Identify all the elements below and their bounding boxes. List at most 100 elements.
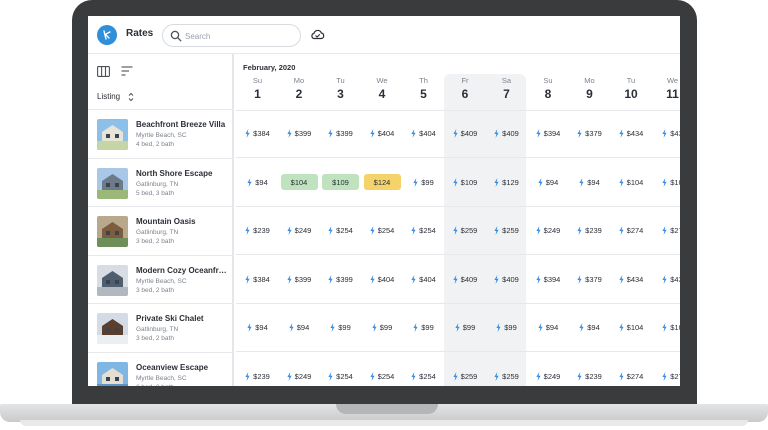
rate-cell[interactable]: $27 (652, 207, 680, 255)
rate-cell[interactable]: $404 (362, 110, 403, 158)
rate-cell[interactable]: $394 (528, 110, 569, 158)
rate-cell[interactable]: $254 (320, 207, 361, 255)
rate-cell[interactable]: $274 (611, 352, 652, 386)
rate-cell[interactable]: $404 (362, 255, 403, 303)
bolt-icon (330, 323, 335, 332)
rate-cell[interactable]: $249 (528, 352, 569, 386)
rate-cell[interactable]: $239 (569, 207, 610, 255)
rate-cell[interactable]: $384 (237, 110, 278, 158)
rate-cell[interactable]: $10 (652, 158, 680, 206)
listing-name[interactable]: Private Ski Chalet (136, 314, 228, 323)
rate-cell[interactable]: $239 (237, 352, 278, 386)
rate-cell[interactable]: $434 (611, 255, 652, 303)
rate-cell[interactable]: $124 (362, 158, 403, 206)
day-number: 10 (624, 87, 638, 101)
rate-cell[interactable]: $254 (362, 352, 403, 386)
rate-cell[interactable]: $104 (611, 304, 652, 352)
rate-cell[interactable]: $379 (569, 255, 610, 303)
rate-cell[interactable]: $239 (237, 207, 278, 255)
sort-arrows-icon[interactable] (128, 92, 134, 102)
listing-row[interactable]: North Shore Escape Gatlinburg, TN 5 bed, 3… (88, 159, 234, 207)
rate-cell[interactable]: $259 (445, 352, 486, 386)
listing-photo[interactable] (97, 167, 128, 199)
search-input[interactable] (185, 29, 295, 43)
rate-cell[interactable]: $109 (445, 158, 486, 206)
rate-cell[interactable]: $94 (279, 304, 320, 352)
rate-value: $249 (532, 223, 565, 239)
bolt-icon (453, 274, 458, 284)
listing-photo[interactable] (97, 361, 128, 386)
rate-cell[interactable]: $43 (652, 110, 680, 158)
rate-cell[interactable]: $99 (486, 304, 527, 352)
rate-cell[interactable]: $104 (611, 158, 652, 206)
listing-name[interactable]: Beachfront Breeze Villa (136, 120, 228, 129)
listing-row[interactable]: Beachfront Breeze Villa Myrtle Beach, SC 4… (88, 110, 234, 159)
rate-cell[interactable]: $43 (652, 255, 680, 303)
listing-name[interactable]: Modern Cozy Oceanfr… (136, 266, 228, 275)
search-box[interactable] (162, 24, 301, 47)
rate-text: $99 (421, 323, 434, 332)
listing-name[interactable]: Mountain Oasis (136, 217, 228, 226)
rate-cell[interactable]: $27 (652, 352, 680, 386)
rate-value: $259 (490, 223, 523, 239)
listing-name[interactable]: North Shore Escape (136, 169, 228, 178)
rate-cell[interactable]: $249 (528, 207, 569, 255)
rate-cell[interactable]: $94 (237, 304, 278, 352)
rate-cell[interactable]: $434 (611, 110, 652, 158)
listing-row[interactable]: Mountain Oasis Gatlinburg, TN 3 bed, 2 bat… (88, 207, 234, 256)
rate-cell[interactable]: $259 (486, 207, 527, 255)
rate-cell[interactable]: $99 (320, 304, 361, 352)
rate-cell[interactable]: $274 (611, 207, 652, 255)
rate-cell[interactable]: $94 (528, 304, 569, 352)
listing-row[interactable]: Private Ski Chalet Gatlinburg, TN 3 bed, 2… (88, 304, 234, 353)
rate-cell[interactable]: $249 (279, 207, 320, 255)
listing-photo[interactable] (97, 216, 128, 247)
filter-sort-icon[interactable] (121, 66, 133, 76)
rate-cell[interactable]: $10 (652, 304, 680, 352)
rate-cell[interactable]: $404 (403, 255, 444, 303)
rate-cell[interactable]: $239 (569, 352, 610, 386)
app-logo-icon[interactable] (97, 25, 117, 45)
rate-cell[interactable]: $99 (445, 304, 486, 352)
rate-cell[interactable]: $394 (528, 255, 569, 303)
rate-cell[interactable]: $259 (486, 352, 527, 386)
rate-cell[interactable]: $399 (320, 255, 361, 303)
rate-cell[interactable]: $399 (320, 110, 361, 158)
listing-photo[interactable] (97, 119, 128, 150)
rate-cell[interactable]: $99 (403, 304, 444, 352)
rate-value: $239 (241, 368, 274, 384)
listing-row[interactable]: Oceanview Escape Myrtle Beach, SC 3 bed, 2… (88, 353, 234, 386)
rate-cell[interactable]: $409 (486, 110, 527, 158)
rate-cell[interactable]: $129 (486, 158, 527, 206)
rate-cell[interactable]: $109 (320, 158, 361, 206)
rate-cell[interactable]: $409 (486, 255, 527, 303)
listing-header-label[interactable]: Listing (97, 92, 120, 101)
rate-cell[interactable]: $404 (403, 110, 444, 158)
rate-cell[interactable]: $94 (569, 158, 610, 206)
rate-cell[interactable]: $254 (362, 207, 403, 255)
listing-photo[interactable] (97, 264, 128, 296)
rate-cell[interactable]: $254 (403, 352, 444, 386)
listing-row[interactable]: Modern Cozy Oceanfr… Myrtle Beach, SC 3 be… (88, 256, 234, 304)
listing-name[interactable]: Oceanview Escape (136, 363, 228, 372)
rate-cell[interactable]: $94 (569, 304, 610, 352)
cloud-sync-icon[interactable] (310, 28, 325, 41)
rate-cell[interactable]: $409 (445, 255, 486, 303)
rate-cell[interactable]: $254 (403, 207, 444, 255)
rate-cell[interactable]: $379 (569, 110, 610, 158)
rate-cell[interactable]: $399 (279, 255, 320, 303)
rate-cell[interactable]: $399 (279, 110, 320, 158)
rate-cell[interactable]: $99 (403, 158, 444, 206)
rate-cell[interactable]: $94 (528, 158, 569, 206)
rate-cell[interactable]: $259 (445, 207, 486, 255)
rate-cell[interactable]: $94 (237, 158, 278, 206)
listing-photo[interactable] (97, 313, 128, 344)
rate-cell[interactable]: $104 (279, 158, 320, 206)
rate-cell[interactable]: $99 (362, 304, 403, 352)
rate-cell[interactable]: $409 (445, 110, 486, 158)
rate-cell[interactable]: $254 (320, 352, 361, 386)
rate-text: $409 (460, 129, 478, 138)
rate-cell[interactable]: $384 (237, 255, 278, 303)
rate-cell[interactable]: $249 (279, 352, 320, 386)
columns-icon[interactable] (97, 66, 110, 77)
